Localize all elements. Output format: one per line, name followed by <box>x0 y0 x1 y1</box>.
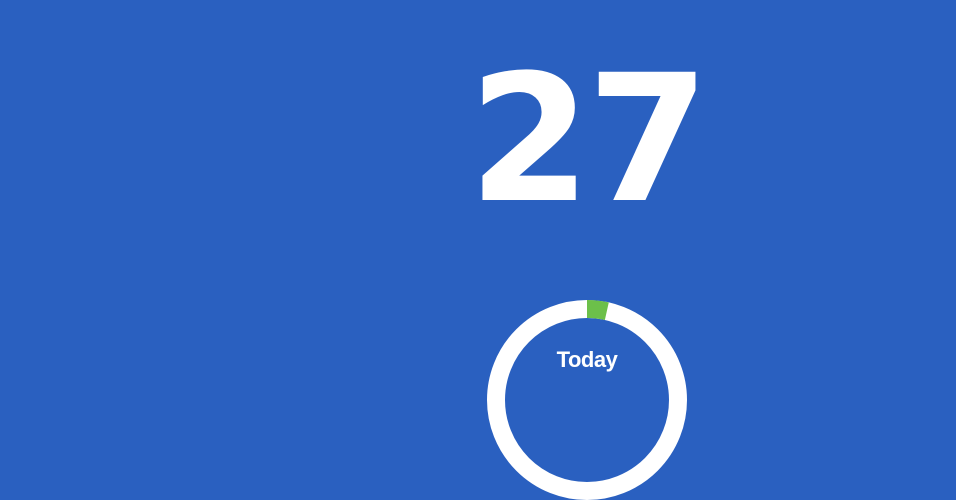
main-count: 27 <box>468 37 710 242</box>
ring-track <box>487 300 687 500</box>
today-ring-graphic <box>487 300 687 500</box>
today-progress-ring: Today <box>487 300 687 500</box>
today-label: Today <box>556 347 618 372</box>
